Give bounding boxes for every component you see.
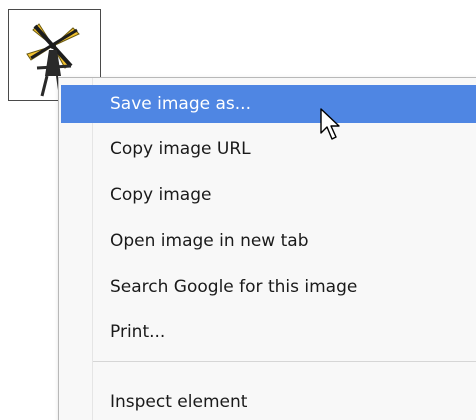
page: Save image as... Copy image URL Copy ima…: [0, 0, 476, 420]
context-menu: Save image as... Copy image URL Copy ima…: [58, 77, 476, 420]
menu-item-copy-image-url[interactable]: Copy image URL: [61, 130, 476, 168]
menu-item-copy-image[interactable]: Copy image: [61, 176, 476, 214]
arrow-cursor-icon: [320, 108, 340, 140]
menu-separator: [93, 361, 476, 362]
menu-item-search-google-image[interactable]: Search Google for this image: [61, 268, 476, 306]
menu-item-print[interactable]: Print...: [61, 313, 476, 351]
menu-item-inspect-element[interactable]: Inspect element: [61, 383, 476, 420]
menu-item-save-image-as[interactable]: Save image as...: [61, 85, 476, 123]
menu-item-open-image-new-tab[interactable]: Open image in new tab: [61, 222, 476, 260]
